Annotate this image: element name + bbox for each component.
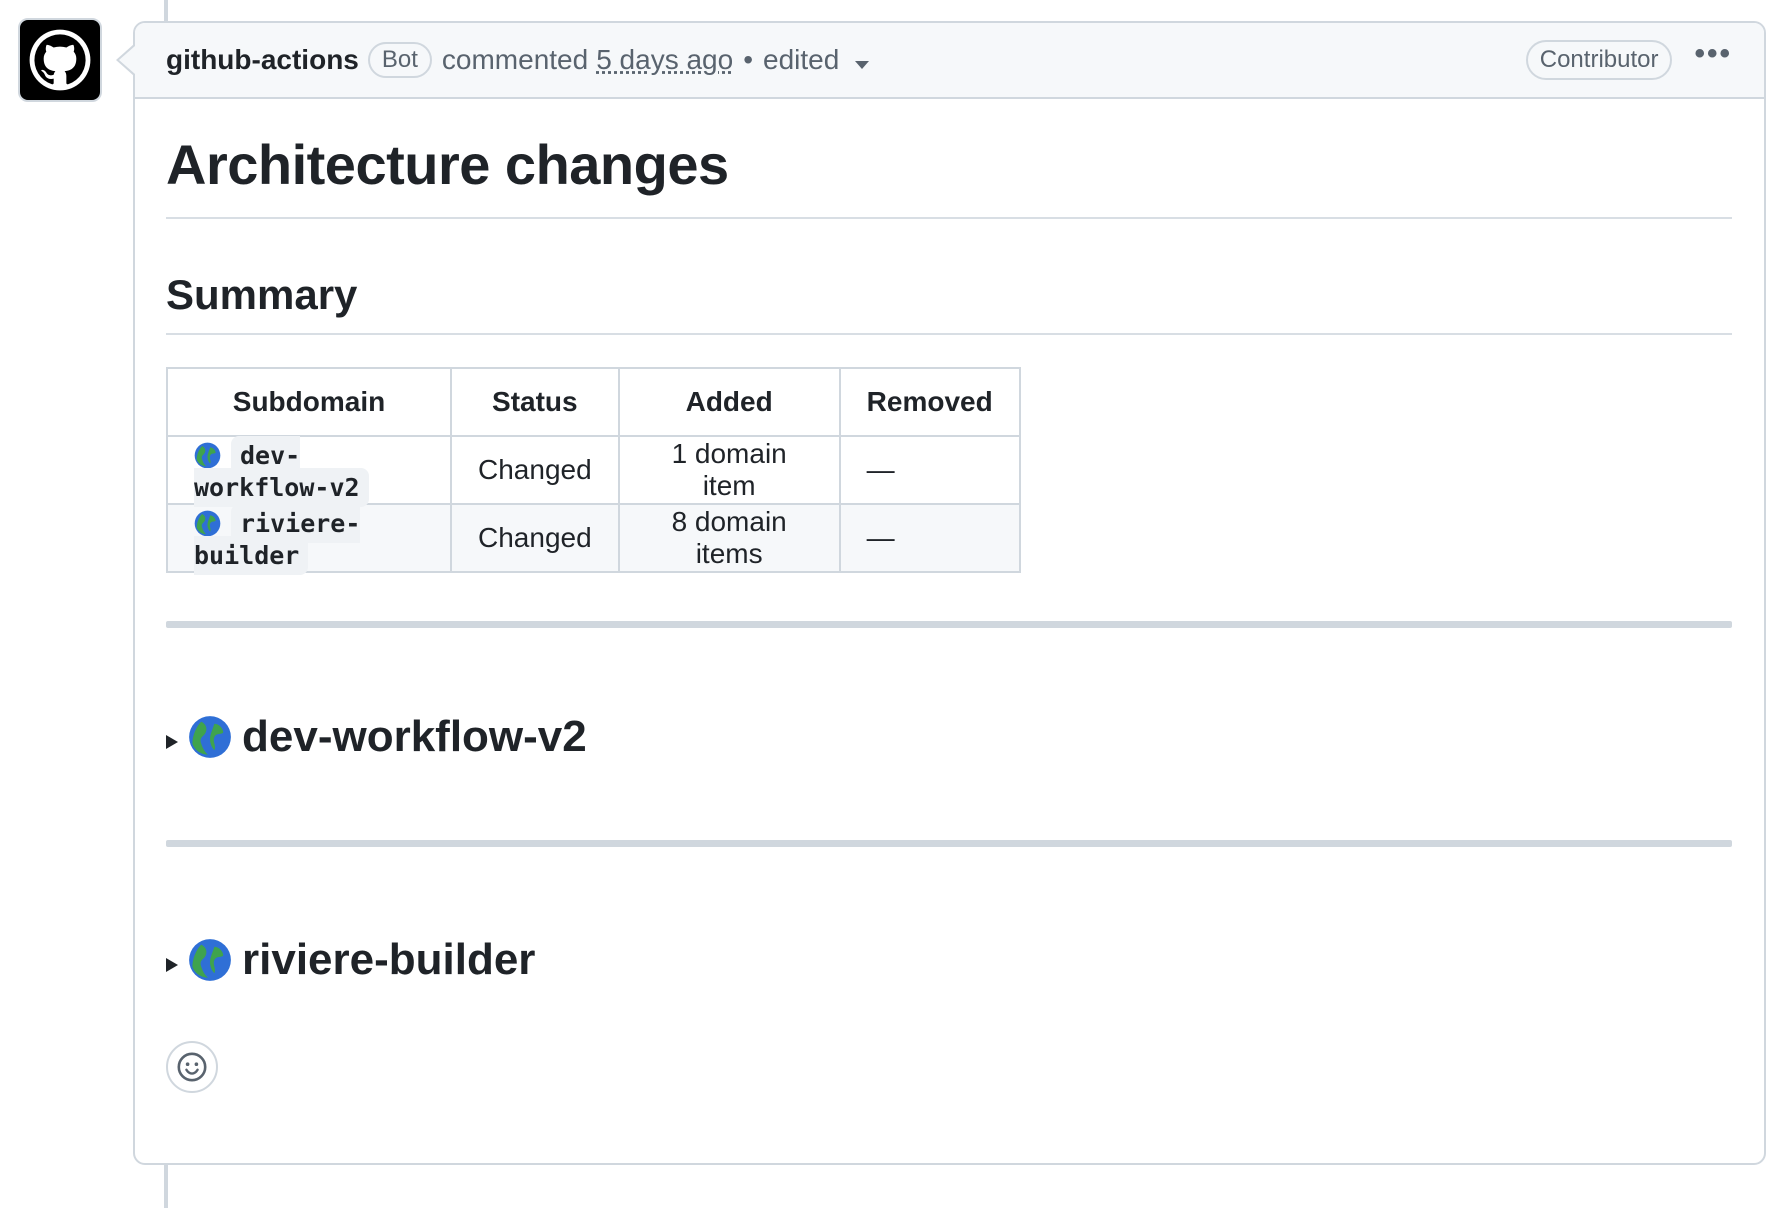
author-link[interactable]: github-actions (166, 44, 359, 76)
summary-heading: Summary (166, 271, 1732, 335)
page-title: Architecture changes (166, 132, 1732, 219)
separator: • (743, 44, 754, 75)
table-row: dev-workflow-v2 Changed 1 domain item — (166, 435, 1021, 508)
avatar[interactable] (18, 18, 102, 102)
globe-icon (194, 442, 221, 469)
edited-label: edited (763, 44, 840, 75)
subdomain-cell: riviere-builder (166, 503, 452, 576)
timestamp-link[interactable]: 5 days ago (596, 44, 733, 76)
subdomain-cell: dev-workflow-v2 (166, 435, 452, 508)
disclosure-triangle-icon (166, 735, 178, 749)
section-title: riviere-builder (242, 935, 536, 984)
status-cell: Changed (450, 435, 620, 505)
summary-table: Subdomain Status Added Removed dev-workf… (166, 367, 1021, 576)
smiley-icon (177, 1052, 207, 1082)
github-octocat-icon (29, 29, 91, 91)
globe-icon (189, 716, 231, 758)
subdomain-code: riviere-builder (194, 504, 361, 576)
globe-icon (194, 510, 221, 537)
kebab-horizontal-icon[interactable]: ••• (1694, 39, 1732, 69)
disclosure-triangle-icon (166, 958, 178, 972)
removed-cell: — (838, 435, 1021, 505)
removed-cell: — (838, 503, 1021, 573)
comment-box: github-actions Bot commented 5 days ago … (133, 21, 1766, 1165)
subdomain-code: dev-workflow-v2 (194, 436, 369, 508)
comment-body: Architecture changes Summary Subdomain S… (135, 132, 1764, 1093)
divider (166, 840, 1732, 847)
column-header: Added (617, 367, 841, 437)
globe-icon (189, 939, 231, 981)
edited-dropdown[interactable]: edited (763, 44, 870, 76)
divider (166, 621, 1732, 628)
contributor-badge: Contributor (1525, 40, 1673, 80)
status-cell: Changed (450, 503, 620, 573)
column-header: Subdomain (166, 367, 452, 437)
comment-pointer-fill (119, 46, 135, 74)
added-cell: 8 domain items (617, 503, 841, 573)
column-header: Status (450, 367, 620, 437)
comment-action: commented (441, 44, 589, 75)
section-title: dev-workflow-v2 (242, 712, 587, 761)
column-header: Removed (838, 367, 1021, 437)
add-reaction-button[interactable] (166, 1041, 218, 1093)
added-cell: 1 domain item (617, 435, 841, 505)
table-row: riviere-builder Changed 8 domain items — (166, 503, 1021, 576)
table-header-row: Subdomain Status Added Removed (166, 367, 1021, 437)
bot-badge: Bot (367, 42, 432, 78)
comment-header: github-actions Bot commented 5 days ago … (135, 23, 1764, 99)
details-toggle-dev-workflow-v2[interactable]: dev-workflow-v2 (166, 712, 1732, 762)
chevron-down-icon (855, 61, 870, 69)
details-toggle-riviere-builder[interactable]: riviere-builder (166, 935, 1732, 985)
